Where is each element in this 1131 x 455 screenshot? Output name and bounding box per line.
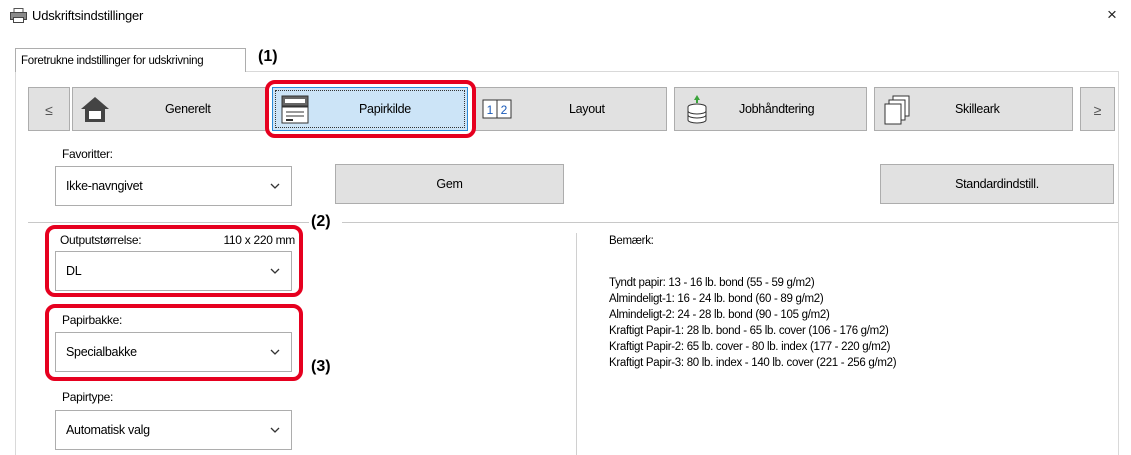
paper-type-label: Papirtype: (62, 390, 114, 404)
callout-3: (3) (311, 358, 331, 375)
highlight-papirkilde (265, 80, 476, 138)
favorites-value: Ikke-navngivet (66, 179, 143, 193)
prev-page-button[interactable]: ≤ (28, 87, 70, 131)
home-icon (81, 97, 109, 122)
callout-2: (2) (311, 213, 331, 230)
notes-line: Almindeligt-1: 16 - 24 lb. bond (60 - 89… (609, 293, 824, 305)
highlight-paper-tray (45, 304, 303, 381)
paper-type-value: Automatisk valg (66, 423, 150, 437)
notes-line: Kraftigt Papir-1: 28 lb. bond - 65 lb. c… (609, 325, 889, 337)
chevron-down-icon (270, 427, 280, 433)
svg-text:1: 1 (487, 103, 494, 117)
chevron-down-icon (270, 183, 280, 189)
tab-preferences[interactable]: Foretrukne indstillinger for udskrivning (15, 48, 246, 72)
toolbar-skilleark-label: Skilleark (955, 102, 1000, 116)
notes-line: Almindeligt-2: 24 - 28 lb. bond (90 - 10… (609, 309, 830, 321)
divider-left (28, 222, 309, 223)
next-arrow-icon: ≥ (1093, 102, 1102, 118)
divider-right (342, 222, 1118, 223)
window-title: Udskriftsindstillinger (32, 8, 144, 23)
panel-divider (576, 233, 577, 455)
title-bar: Udskriftsindstillinger × (0, 0, 1131, 32)
svg-text:2: 2 (501, 103, 508, 117)
next-page-button[interactable]: ≥ (1080, 87, 1115, 131)
separator-pages-icon (884, 95, 910, 125)
toolbar-layout-button[interactable]: 1 2 Layout (474, 87, 667, 131)
prev-arrow-icon: ≤ (45, 102, 53, 118)
highlight-output-size (45, 225, 303, 297)
notes-line: Kraftigt Papir-3: 80 lb. index - 140 lb.… (609, 357, 897, 369)
job-stack-icon (687, 95, 707, 124)
printer-icon (10, 8, 27, 23)
notes-line: Tyndt papir: 13 - 16 lb. bond (55 - 59 g… (609, 277, 815, 289)
toolbar-generelt-label: Generelt (165, 102, 211, 116)
toolbar-generelt-button[interactable]: Generelt (72, 87, 266, 131)
paper-type-select[interactable]: Automatisk valg (55, 410, 292, 450)
toolbar-skilleark-button[interactable]: Skilleark (874, 87, 1073, 131)
notes-line: Kraftigt Papir-2: 65 lb. cover - 80 lb. … (609, 341, 891, 353)
favorites-select[interactable]: Ikke-navngivet (55, 166, 292, 206)
save-button[interactable]: Gem (335, 164, 564, 204)
favorites-label: Favoritter: (62, 147, 113, 161)
toolbar-jobhandtering-label: Jobhåndtering (739, 102, 815, 116)
toolbar-layout-label: Layout (569, 102, 605, 116)
defaults-button[interactable]: Standardindstill. (880, 164, 1114, 204)
toolbar-jobhandtering-button[interactable]: Jobhåndtering (674, 87, 867, 131)
page-layout-icon: 1 2 (482, 99, 512, 119)
callout-1: (1) (258, 48, 278, 65)
notes-heading: Bemærk: (609, 235, 654, 247)
notes-list: Tyndt papir: 13 - 16 lb. bond (55 - 59 g… (609, 275, 897, 371)
close-icon[interactable]: × (1100, 4, 1124, 26)
